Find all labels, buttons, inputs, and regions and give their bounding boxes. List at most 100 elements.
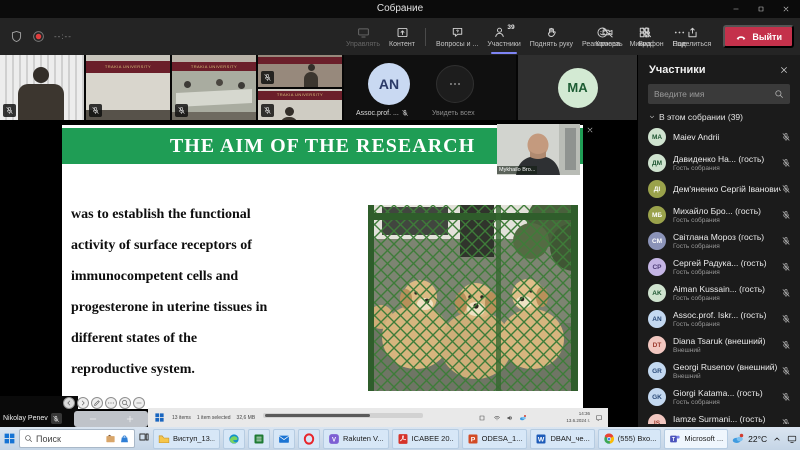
muted-badge [51,413,62,424]
toolbar-button-label: Вопросы и ... [436,41,478,48]
title-bar: Собрание [0,0,800,18]
search-highlight-icon[interactable] [105,433,116,444]
windows-taskbar: Виступ_13... VRakuten V...ICABEE 20...POD… [0,427,800,450]
video-tile-an[interactable]: AN Assoc.prof. ... Увидеть всех [344,55,516,120]
toolbar-manage-button[interactable]: Управлять [343,18,383,55]
start-button[interactable] [3,432,16,445]
participant-row[interactable]: AKAiman Kussain... (гость)Гость собрания [638,280,800,306]
avatar: ДМ [648,154,666,172]
tray-expand-icon[interactable] [772,434,782,444]
taskbar-app-label: Rakuten V... [343,434,384,443]
ppt-icon: P [467,433,479,445]
weather-widget[interactable]: 22°C [731,432,767,446]
toolbar-share-button[interactable]: Поделиться [670,18,715,55]
toolbar-participants-button[interactable]: 39Участники [484,18,523,55]
participant-name: Давиденко На... (гость) [673,154,781,164]
close-button[interactable] [773,0,798,18]
taskbar-app-greenapp[interactable] [248,429,270,449]
taskbar-search[interactable] [19,429,135,448]
video-tile-ma[interactable]: MA [518,55,637,120]
participant-row[interactable]: ДІДем'яненко Сергій Іванович [638,176,800,202]
shared-cloud-icon [519,414,527,422]
task-view-button[interactable] [138,430,150,448]
taskbar-app-mail[interactable] [273,429,295,449]
pen-icon [93,399,101,407]
mic-off-icon [781,236,791,246]
participant-row[interactable]: MAMaiev Andrii [638,124,800,150]
taskbar-app-виступ-13-[interactable]: Виступ_13... [153,429,220,449]
participant-tile-label: Nikolay Penev [3,415,48,422]
participant-search[interactable] [648,84,790,104]
taskbar-app-icabee-20-[interactable]: ICABEE 20... [392,429,459,449]
participant-search-input[interactable] [654,89,770,99]
taskbar-app-odesa-1-[interactable]: PODESA_1... [462,429,528,449]
slideshow-prev-button[interactable] [63,397,75,409]
tray-display-icon[interactable] [787,434,797,444]
participant-row[interactable]: ANAssoc.prof. Iskr... (гость)Гость собра… [638,306,800,332]
participant-row[interactable]: ДМДавиденко На... (гость)Гость собрания [638,150,800,176]
zoom-in-button[interactable] [125,414,135,424]
slideshow-zoom-button[interactable] [119,397,131,409]
video-tile-1[interactable] [0,55,84,120]
video-tile-2[interactable]: TRAKIA UNIVERSITY [86,55,170,120]
zoom-out-button[interactable] [88,414,98,424]
mic-off-icon [263,73,272,82]
taskbar-app-edge[interactable] [223,429,245,449]
panel-close-icon[interactable] [779,65,789,75]
toolbar-raise-hand-button[interactable]: Поднять руку [527,18,576,55]
mic-off-icon [781,132,791,142]
toolbar-content-button[interactable]: Контент [386,18,418,55]
toolbar-button-label: Управлять [346,41,380,48]
ellipsis-icon [107,399,115,407]
system-tray: 22°C РУС 14:36 [731,432,800,446]
slideshow-minimize-button[interactable] [133,397,145,409]
taskbar-app--555-вхо-[interactable]: (555) Вхо... [598,429,662,449]
participant-row[interactable]: GRGeorgi Rusenov (внешний)Внешний [638,358,800,384]
meeting-title: Собрание [0,0,800,18]
participant-name: Giorgi Katama... (гость) [673,388,781,398]
next-icon [79,399,87,407]
taskbar-app-dban-че-[interactable]: WDBAN_че... [530,429,594,449]
stage-close-icon[interactable] [586,126,594,134]
minimize-button[interactable] [723,0,748,18]
meeting-toolbar: --:-- УправлятьКонтентВопросы и ...39Уча… [0,18,800,55]
toolbar-qa-button[interactable]: Вопросы и ... [433,18,481,55]
participant-name: Світлана Мороз (гость) [673,232,781,242]
avatar: DT [648,336,666,354]
shared-wifi-icon [493,414,501,422]
toolbar-camera-button[interactable]: Камера [592,18,624,55]
camera-off-icon [601,26,614,39]
slideshow-pen-button[interactable] [91,397,103,409]
share-up-icon [686,26,699,39]
toolbar-mic-button[interactable]: Микрофон [627,18,667,55]
participant-row[interactable]: СМСвітлана Мороз (гость)Гость собрания [638,228,800,254]
explorer-status-bar: 13 items 1 item selected 32,6 MB [172,415,255,421]
leave-button[interactable]: Выйти [723,25,794,48]
participant-row[interactable]: МБМихайло Бро... (гость)Гость собрания [638,202,800,228]
slideshow-more-button[interactable] [105,397,117,409]
avatar: СР [648,258,666,276]
search-highlight-icon-2[interactable] [119,433,130,444]
taskbar-app-rakuten-v-[interactable]: VRakuten V... [323,429,389,449]
video-tile-5[interactable]: TRAKIA UNIVERSITY [258,89,342,121]
taskbar-app-opera[interactable] [298,429,320,449]
panel-section-header[interactable]: В этом собрании (39) [648,112,790,122]
taskbar-search-input[interactable] [36,434,102,444]
muted-badge [175,104,188,117]
video-tile-4[interactable] [258,55,342,87]
see-all-button[interactable] [436,65,474,103]
taskbar-app-label: Виступ_13... [173,434,215,443]
presenter-webcam[interactable]: Mykhailo Bro... [497,124,580,175]
taskbar-app-microsoft-[interactable]: TMicrosoft ... [664,429,728,449]
scrollbar[interactable] [263,413,423,418]
participant-row[interactable]: DTDiana Tsaruk (внешний)Внешний [638,332,800,358]
video-tile-3[interactable]: TRAKIA UNIVERSITY [172,55,256,120]
participant-name: Diana Tsaruk (внешний) [673,336,781,346]
participant-row[interactable]: GKGiorgi Katama... (гость)Гость собрания [638,384,800,410]
maximize-button[interactable] [748,0,773,18]
mic-off-icon [401,109,409,117]
minus-icon [135,399,143,407]
participant-row[interactable]: СРСергей Радука... (гость)Гость собрания [638,254,800,280]
slideshow-next-button[interactable] [77,397,89,409]
participant-row[interactable]: ISIamze Surmani... (гость)Гость собрания [638,410,800,424]
